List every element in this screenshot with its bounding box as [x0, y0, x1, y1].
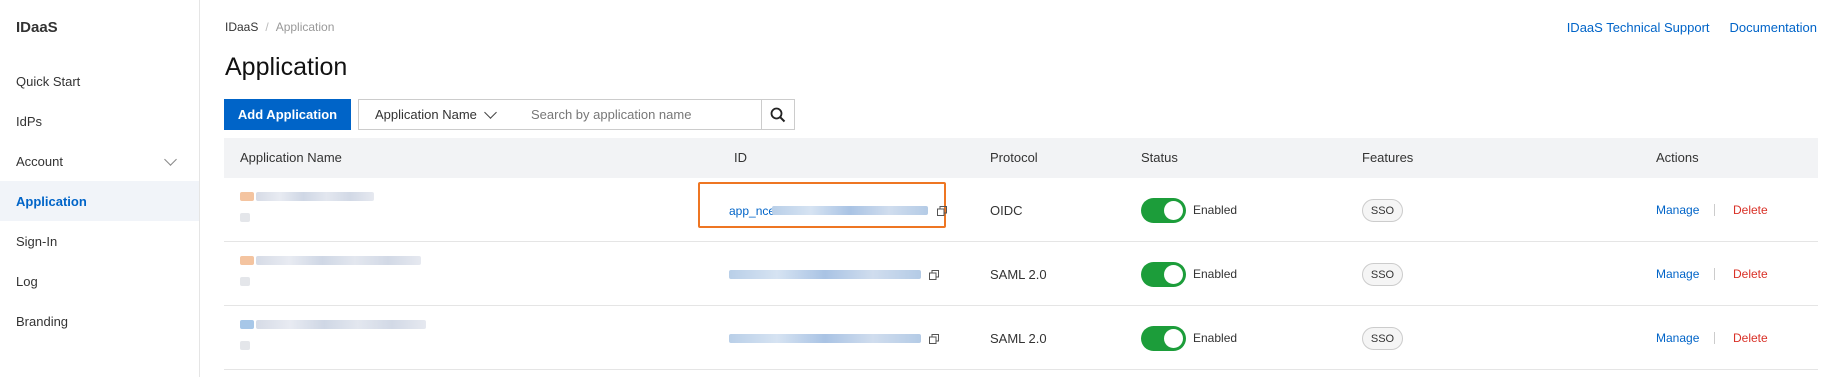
status-text: Enabled [1193, 331, 1238, 345]
sidebar-item-label: Branding [16, 313, 69, 329]
delete-link[interactable]: Delete [1733, 331, 1768, 345]
delete-link[interactable]: Delete [1733, 267, 1768, 281]
search-input[interactable] [515, 99, 762, 130]
breadcrumb: IDaaS / Application [225, 20, 334, 34]
feature-tag: SSO [1362, 327, 1403, 350]
sidebar: IDaaS Quick Start IdPs Account Applicati… [0, 0, 200, 377]
sidebar-item-label: Sign-In [16, 233, 58, 249]
breadcrumb-current: Application [275, 20, 335, 34]
feature-tag: SSO [1362, 263, 1403, 286]
application-id-link[interactable]: app_nce [729, 204, 775, 218]
redacted-app-icon [240, 256, 254, 265]
toggle-knob [1164, 201, 1183, 220]
search-icon [770, 107, 786, 122]
protocol-text: SAML 2.0 [990, 331, 1047, 346]
redacted-app-subtext [240, 277, 250, 286]
delete-link[interactable]: Delete [1733, 203, 1768, 217]
manage-link[interactable]: Manage [1656, 267, 1699, 281]
brand-title: IDaaS [16, 19, 58, 36]
status-toggle[interactable] [1141, 198, 1186, 223]
column-header-status: Status [1141, 150, 1178, 165]
sidebar-item-application[interactable]: Application [0, 181, 199, 221]
column-header-features: Features [1362, 150, 1414, 165]
sidebar-item-label: Application [16, 193, 87, 209]
status-text: Enabled [1193, 267, 1238, 281]
status-text: Enabled [1193, 203, 1238, 217]
table-row: SAML 2.0 Enabled SSO Manage Delete [224, 242, 1818, 306]
sidebar-item-label: Quick Start [16, 73, 81, 89]
copy-icon[interactable] [937, 206, 947, 216]
technical-support-link[interactable]: IDaaS Technical Support [1567, 20, 1710, 35]
redacted-app-subtext [240, 341, 250, 350]
column-header-actions: Actions [1656, 150, 1699, 165]
sidebar-item-label: Log [16, 273, 38, 289]
column-header-name: Application Name [240, 150, 342, 165]
table-row: SAML 2.0 Enabled SSO Manage Delete [224, 306, 1818, 370]
column-header-protocol: Protocol [990, 150, 1038, 165]
sidebar-item-account[interactable]: Account [0, 141, 199, 181]
toggle-knob [1164, 329, 1183, 348]
column-header-id: ID [734, 150, 747, 165]
status-toggle[interactable] [1141, 262, 1186, 287]
action-divider [1714, 204, 1715, 216]
sidebar-item-label: IdPs [16, 113, 43, 129]
sidebar-item-branding[interactable]: Branding [0, 301, 199, 341]
redacted-app-name [256, 256, 421, 265]
redacted-application-id[interactable] [729, 270, 921, 279]
redacted-application-id [772, 206, 928, 215]
action-divider [1714, 268, 1715, 280]
redacted-application-id[interactable] [729, 334, 921, 343]
breadcrumb-separator: / [265, 20, 269, 34]
chevron-down-icon [484, 106, 497, 119]
copy-icon[interactable] [929, 270, 939, 280]
sidebar-item-log[interactable]: Log [0, 261, 199, 301]
page-title: Application [225, 53, 348, 81]
search-button[interactable] [761, 99, 795, 130]
redacted-app-name [256, 320, 426, 329]
feature-tag: SSO [1362, 199, 1403, 222]
redacted-app-name [256, 192, 374, 201]
protocol-text: OIDC [990, 203, 1023, 218]
table-header: Application Name ID Protocol Status Feat… [224, 138, 1818, 178]
application-table: Application Name ID Protocol Status Feat… [224, 138, 1818, 370]
filter-field-select[interactable]: Application Name [358, 99, 516, 130]
table-row: app_nce OIDC Enabled SSO Manage Delete [224, 178, 1818, 242]
chevron-down-icon [164, 153, 177, 166]
protocol-text: SAML 2.0 [990, 267, 1047, 282]
toggle-knob [1164, 265, 1183, 284]
top-links: IDaaS Technical Support Documentation [1567, 20, 1817, 35]
breadcrumb-root[interactable]: IDaaS [225, 20, 258, 34]
add-application-button[interactable]: Add Application [224, 99, 351, 130]
sidebar-item-sign-in[interactable]: Sign-In [0, 221, 199, 261]
manage-link[interactable]: Manage [1656, 203, 1699, 217]
sidebar-item-idps[interactable]: IdPs [0, 101, 199, 141]
redacted-app-subtext [240, 213, 250, 222]
documentation-link[interactable]: Documentation [1730, 20, 1817, 35]
filter-field-select-value: Application Name [375, 107, 477, 122]
redacted-app-icon [240, 192, 254, 201]
redacted-app-icon [240, 320, 254, 329]
copy-icon[interactable] [929, 334, 939, 344]
action-divider [1714, 332, 1715, 344]
sidebar-item-quick-start[interactable]: Quick Start [0, 61, 199, 101]
sidebar-item-label: Account [16, 153, 63, 169]
manage-link[interactable]: Manage [1656, 331, 1699, 345]
status-toggle[interactable] [1141, 326, 1186, 351]
